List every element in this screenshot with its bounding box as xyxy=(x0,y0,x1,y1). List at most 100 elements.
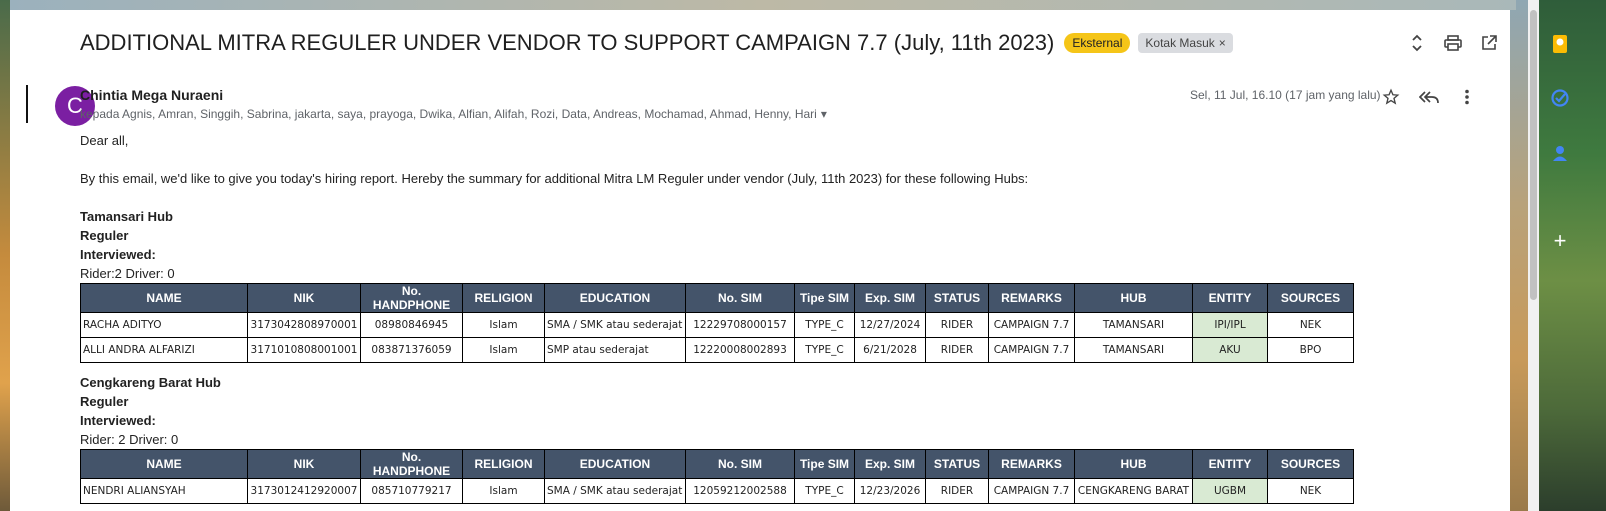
column-header-remarks: REMARKS xyxy=(988,449,1075,479)
column-header-phone: No. HANDPHONE xyxy=(360,283,463,313)
label-external: Eksternal xyxy=(1064,33,1131,53)
hub-title: Tamansari Hub xyxy=(80,209,173,224)
cell-sources: BPO xyxy=(1267,337,1354,363)
print-icon[interactable] xyxy=(1442,32,1464,54)
column-header-sim-type: Tipe SIM xyxy=(794,283,855,313)
add-addon-icon[interactable]: + xyxy=(1550,228,1570,253)
cell-remarks: CAMPAIGN 7.7 xyxy=(988,478,1075,504)
message-actions xyxy=(1380,86,1478,108)
greeting: Dear all, xyxy=(80,133,129,148)
email-subject: ADDITIONAL MITRA REGULER UNDER VENDOR TO… xyxy=(80,30,1233,56)
cell-phone: 083871376059 xyxy=(360,337,463,363)
column-header-name: NAME xyxy=(80,283,248,313)
open-in-new-icon[interactable] xyxy=(1478,32,1500,54)
star-icon[interactable] xyxy=(1380,86,1402,108)
column-header-name: NAME xyxy=(80,449,248,479)
hub-type: Reguler xyxy=(80,394,129,409)
subject-text: ADDITIONAL MITRA REGULER UNDER VENDOR TO… xyxy=(80,30,1055,55)
cell-religion: Islam xyxy=(462,337,545,363)
desktop-background-top xyxy=(10,0,1516,10)
cell-sim-type: TYPE_C xyxy=(794,337,855,363)
column-header-remarks: REMARKS xyxy=(988,283,1075,313)
email-view: ADDITIONAL MITRA REGULER UNDER VENDOR TO… xyxy=(10,10,1510,511)
table-header-row: NAME NIK No. HANDPHONE RELIGION EDUCATION No.… xyxy=(80,449,1354,479)
table-row: NENDRI ALIANSYAH 3173012412920007 08571077… xyxy=(80,478,1354,504)
cell-status: RIDER xyxy=(925,312,989,338)
desktop-background-left xyxy=(0,0,10,511)
cell-religion: Islam xyxy=(462,312,545,338)
column-header-status: STATUS xyxy=(925,449,989,479)
column-header-religion: RELIGION xyxy=(462,449,545,479)
cell-hub: TAMANSARI xyxy=(1074,337,1193,363)
chevron-down-icon[interactable]: ▾ xyxy=(821,107,827,121)
column-header-education: EDUCATION xyxy=(544,283,686,313)
keep-icon[interactable] xyxy=(1550,34,1570,54)
column-header-status: STATUS xyxy=(925,283,989,313)
interviewed-label: Interviewed: xyxy=(80,413,156,428)
cell-status: RIDER xyxy=(925,478,989,504)
table-row: RACHA ADITYO 3173042808970001 08980846945 I… xyxy=(80,312,1354,338)
cell-status: RIDER xyxy=(925,337,989,363)
table-header-row: NAME NIK No. HANDPHONE RELIGION EDUCATION No.… xyxy=(80,283,1354,313)
cell-religion: Islam xyxy=(462,478,545,504)
cell-nik: 3171010808001001 xyxy=(247,337,361,363)
column-header-sim-expiry: Exp. SIM xyxy=(854,283,926,313)
cell-remarks: CAMPAIGN 7.7 xyxy=(988,337,1075,363)
cell-phone: 08980846945 xyxy=(360,312,463,338)
cell-entity: AKU xyxy=(1192,337,1268,363)
scrollbar-thumb[interactable] xyxy=(1530,10,1537,300)
label-inbox-chip: Kotak Masuk × xyxy=(1138,33,1233,53)
tasks-icon[interactable] xyxy=(1550,88,1570,108)
thread-actions xyxy=(1406,32,1500,54)
table-row: ALLI ANDRA ALFARIZI 3171010808001001 08387… xyxy=(80,337,1354,363)
scrollbar[interactable] xyxy=(1528,0,1539,511)
hub-counts: Rider: 2 Driver: 0 xyxy=(80,432,179,447)
column-header-nik: NIK xyxy=(247,449,361,479)
column-header-religion: RELIGION xyxy=(462,283,545,313)
text-cursor xyxy=(26,85,28,123)
column-header-education: EDUCATION xyxy=(544,449,686,479)
cell-remarks: CAMPAIGN 7.7 xyxy=(988,312,1075,338)
cell-education: SMA / SMK atau sederajat xyxy=(544,312,686,338)
cell-education: SMP atau sederajat xyxy=(544,337,686,363)
reply-all-icon[interactable] xyxy=(1418,86,1440,108)
cell-sim-type: TYPE_C xyxy=(794,312,855,338)
contacts-icon[interactable] xyxy=(1550,143,1570,163)
cell-sim-number: 12220008002893 xyxy=(685,337,795,363)
remove-label-button[interactable]: × xyxy=(1219,36,1226,50)
more-vert-icon[interactable] xyxy=(1456,86,1478,108)
cell-hub: CENGKARENG BARAT xyxy=(1074,478,1193,504)
unfold-icon[interactable] xyxy=(1406,32,1428,54)
cell-sim-number: 12229708000157 xyxy=(685,312,795,338)
cell-name: RACHA ADITYO xyxy=(80,312,248,338)
label-inbox-text: Kotak Masuk xyxy=(1145,36,1215,50)
column-header-entity: ENTITY xyxy=(1192,449,1268,479)
cell-sim-expiry: 12/27/2024 xyxy=(854,312,926,338)
cell-nik: 3173042808970001 xyxy=(247,312,361,338)
column-header-hub: HUB xyxy=(1074,283,1193,313)
hub-type: Reguler xyxy=(80,228,129,243)
cell-name: NENDRI ALIANSYAH xyxy=(80,478,248,504)
hiring-table: NAME NIK No. HANDPHONE RELIGION EDUCATION No.… xyxy=(80,283,1354,363)
cell-nik: 3173012412920007 xyxy=(247,478,361,504)
column-header-sim-type: Tipe SIM xyxy=(794,449,855,479)
column-header-phone: No. HANDPHONE xyxy=(360,449,463,479)
intro-paragraph: By this email, we'd like to give you tod… xyxy=(80,171,1029,186)
cell-sources: NEK xyxy=(1267,312,1354,338)
column-header-hub: HUB xyxy=(1074,449,1193,479)
cell-sim-expiry: 12/23/2026 xyxy=(854,478,926,504)
cell-phone: 085710779217 xyxy=(360,478,463,504)
cell-education: SMA / SMK atau sederajat xyxy=(544,478,686,504)
cell-entity: IPI/IPL xyxy=(1192,312,1268,338)
cell-hub: TAMANSARI xyxy=(1074,312,1193,338)
cell-sim-expiry: 6/21/2028 xyxy=(854,337,926,363)
recipients-line[interactable]: kepada Agnis, Amran, Singgih, Sabrina, j… xyxy=(80,107,827,121)
recipients-text: kepada Agnis, Amran, Singgih, Sabrina, j… xyxy=(80,107,817,121)
sender-name[interactable]: Chintia Mega Nuraeni xyxy=(80,87,223,103)
column-header-sources: SOURCES xyxy=(1267,283,1354,313)
cell-entity: UGBM xyxy=(1192,478,1268,504)
column-header-sources: SOURCES xyxy=(1267,449,1354,479)
cell-sim-type: TYPE_C xyxy=(794,478,855,504)
column-header-entity: ENTITY xyxy=(1192,283,1268,313)
column-header-sim-number: No. SIM xyxy=(685,449,795,479)
